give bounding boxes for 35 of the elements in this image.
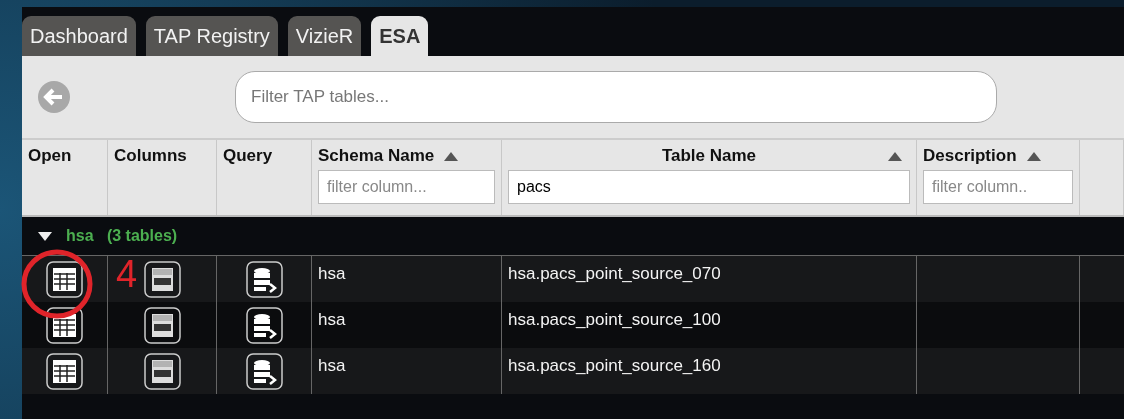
table-cell: hsa [318,264,346,284]
table-cell: hsa [318,310,346,330]
tab[interactable]: ESA [371,16,429,56]
columns-icon[interactable] [143,260,181,298]
table-icon[interactable] [46,306,83,344]
annotation-number: 4 [116,253,138,296]
column-filter-field[interactable]: filter column... [318,170,495,204]
table-cell: hsa.pacs_point_source_070 [508,264,721,284]
collapse-icon[interactable] [38,231,52,241]
sort-up-icon[interactable] [1026,151,1041,161]
tab[interactable]: TAP Registry [145,16,278,56]
table-cell: hsa.pacs_point_source_100 [508,310,721,330]
table-cell: hsa [318,356,346,376]
column-header[interactable]: Description [923,146,1041,166]
sort-up-icon[interactable] [444,151,459,161]
search-field[interactable]: Filter TAP tables... [235,71,997,123]
columns-icon[interactable] [143,306,181,344]
database-query-icon[interactable] [245,306,283,344]
column-header[interactable]: Table Name [508,146,910,166]
column-filter-field[interactable]: filter column.. [923,170,1073,204]
column-header: Query [223,146,273,166]
tab[interactable]: Dashboard [22,16,136,56]
columns-icon[interactable] [143,352,181,390]
tab[interactable]: VizieR [287,16,362,56]
table-cell: hsa.pacs_point_source_160 [508,356,721,376]
sort-up-icon[interactable] [888,151,902,161]
table-icon[interactable] [46,352,83,390]
column-header[interactable]: Schema Name [318,146,459,166]
column-filter-field[interactable]: pacs [508,170,910,204]
database-query-icon[interactable] [245,352,283,390]
column-header: Columns [114,146,187,166]
table-icon[interactable] [46,260,83,298]
group-label: hsa (3 tables) [66,227,178,245]
database-query-icon[interactable] [245,260,283,298]
column-header: Open [28,146,72,166]
